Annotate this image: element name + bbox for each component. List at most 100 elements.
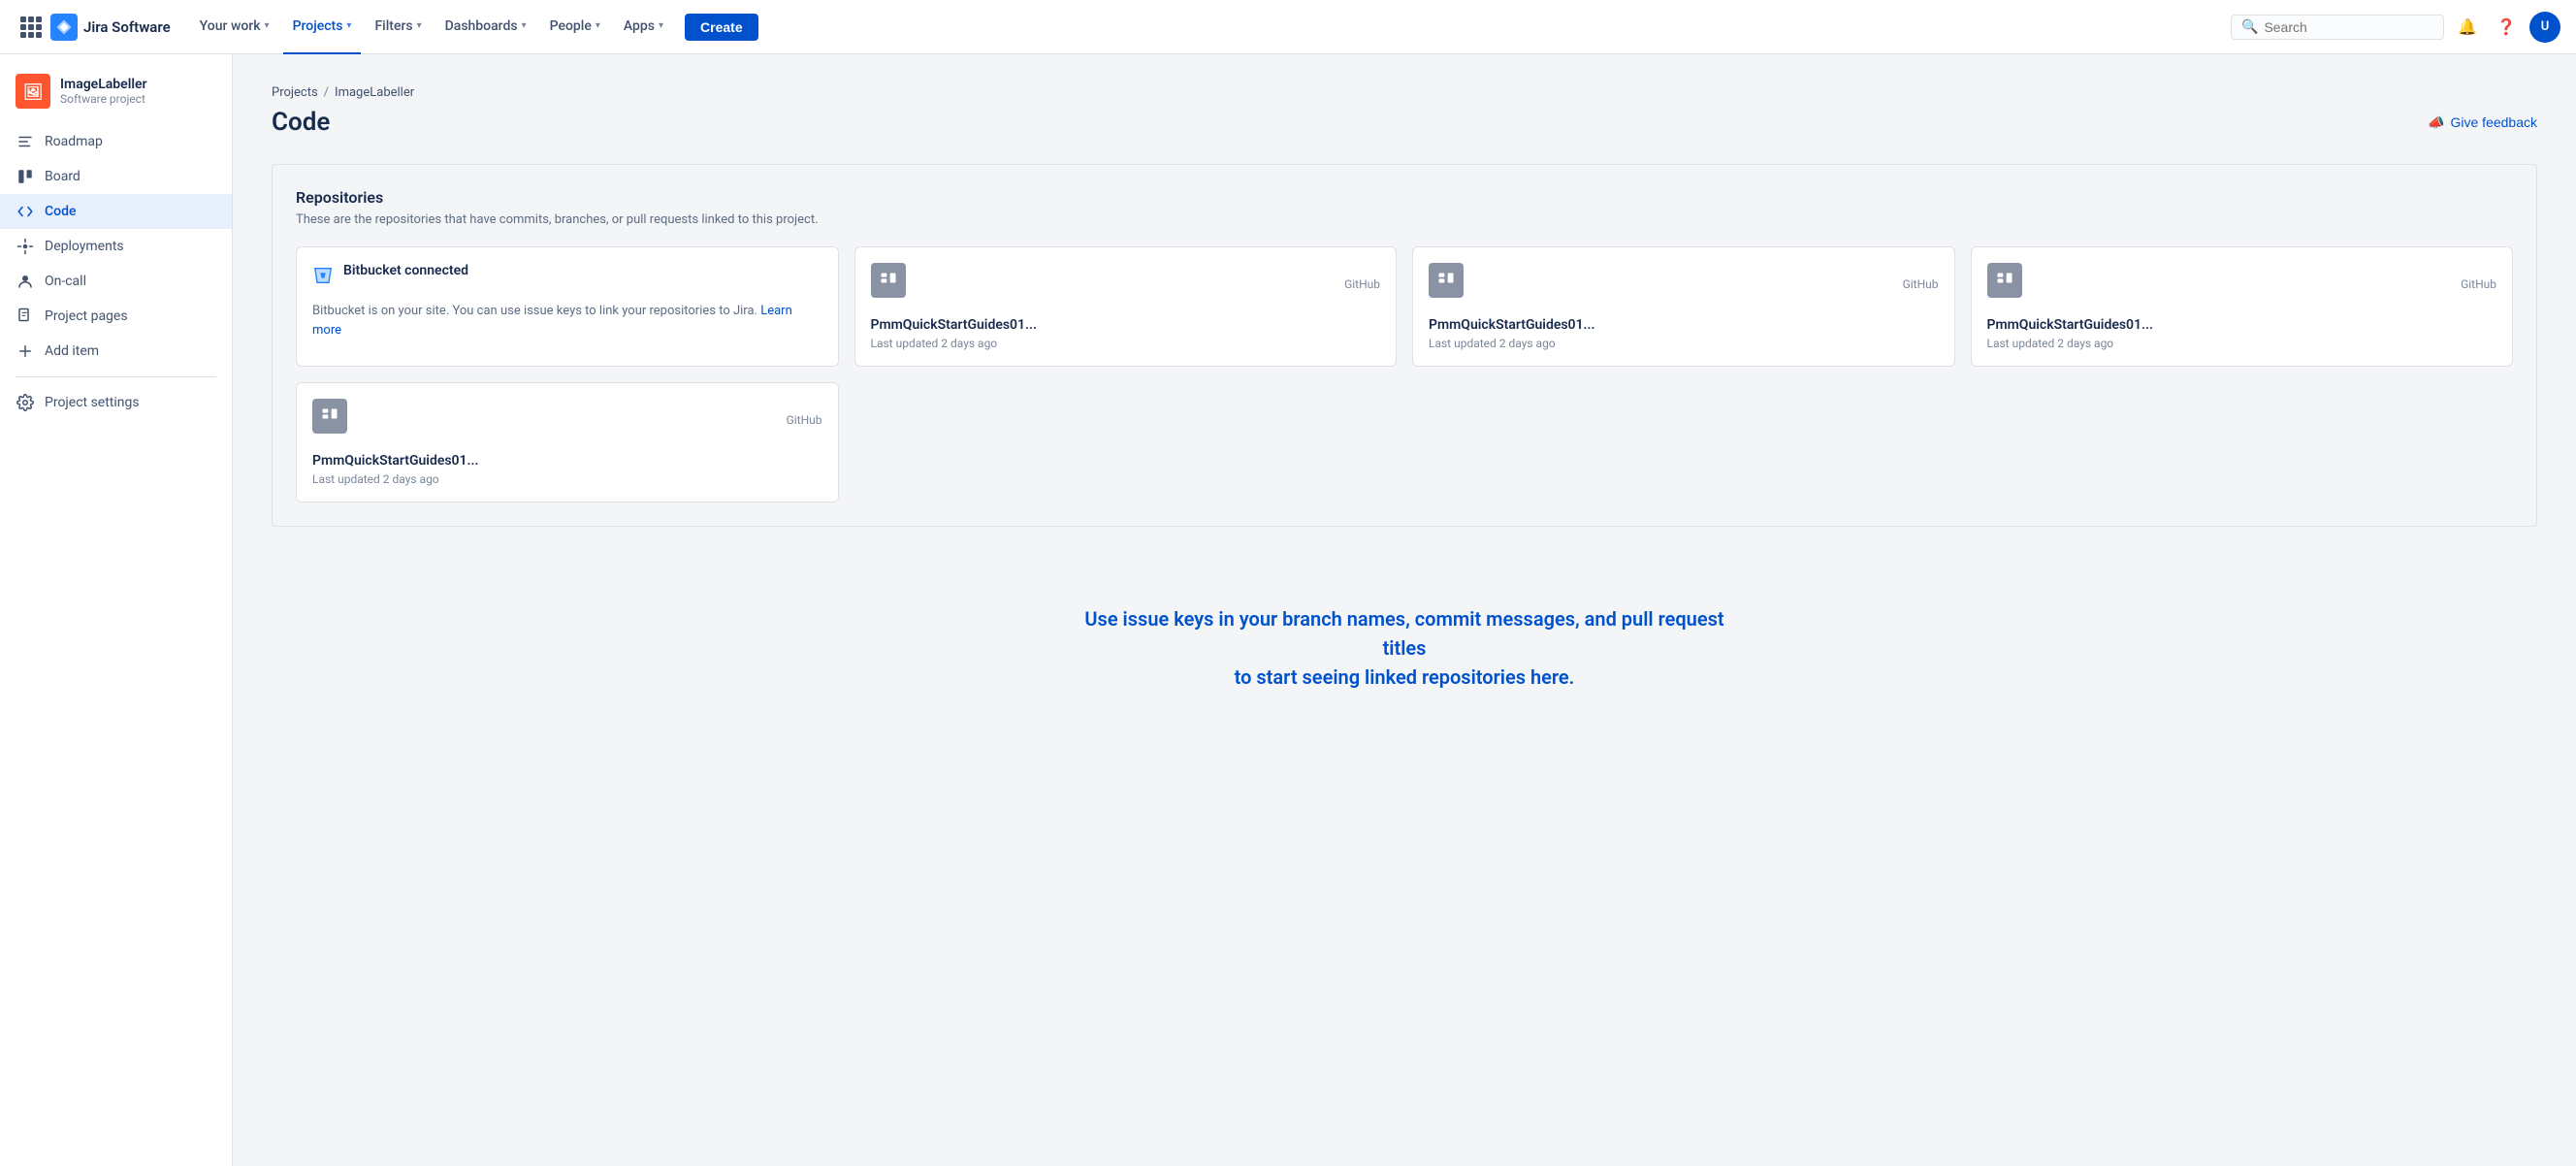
sidebar-item-add-item[interactable]: Add item xyxy=(0,334,232,369)
settings-icon xyxy=(16,393,35,412)
repositories-grid: Bitbucket connected Bitbucket is on your… xyxy=(296,246,2513,367)
bottom-cta: Use issue keys in your branch names, com… xyxy=(272,566,2537,730)
repo-body-3: PmmQuickStartGuides01... Last updated 2 … xyxy=(1987,317,2497,350)
repo-body-1: PmmQuickStartGuides01... Last updated 2 … xyxy=(871,317,1381,350)
sidebar-item-board[interactable]: Board xyxy=(0,159,232,194)
repo-updated-2: Last updated 2 days ago xyxy=(1429,337,1939,350)
on-call-icon xyxy=(16,272,35,291)
sidebar-item-deployments[interactable]: Deployments xyxy=(0,229,232,264)
github-repo-icon-1 xyxy=(871,263,906,298)
github-repo-icon-3 xyxy=(1987,263,2022,298)
repo-description-bitbucket: Bitbucket is on your site. You can use i… xyxy=(312,302,822,340)
breadcrumb-project[interactable]: ImageLabeller xyxy=(335,85,414,100)
give-feedback-button[interactable]: 📣 Give feedback xyxy=(2428,114,2537,131)
app-switcher-button[interactable] xyxy=(16,12,47,43)
repositories-title: Repositories xyxy=(296,188,2513,207)
repo-source-2: GitHub xyxy=(1903,277,1939,291)
project-type: Software project xyxy=(60,92,147,106)
breadcrumb-separator: / xyxy=(324,85,329,100)
bitbucket-icon xyxy=(312,265,334,292)
bitbucket-header: Bitbucket connected xyxy=(312,263,822,292)
sidebar-divider xyxy=(16,376,216,377)
nav-dashboards[interactable]: Dashboards ▾ xyxy=(435,0,536,54)
page-title: Code xyxy=(272,108,330,137)
search-input[interactable] xyxy=(2264,19,2433,35)
sidebar-label-roadmap: Roadmap xyxy=(45,134,103,149)
chevron-down-icon: ▾ xyxy=(265,20,270,31)
nav-left: Jira Software Your work ▾ Projects ▾ Fil… xyxy=(16,0,758,54)
repo-card-github-1[interactable]: GitHub PmmQuickStartGuides01... Last upd… xyxy=(854,246,1398,367)
sidebar-item-roadmap[interactable]: Roadmap xyxy=(0,124,232,159)
grid-icon xyxy=(20,16,42,38)
help-button[interactable]: ❓ xyxy=(2491,12,2522,43)
sidebar-label-add-item: Add item xyxy=(45,343,99,359)
repo-name-2: PmmQuickStartGuides01... xyxy=(1429,317,1939,333)
repo-source-3: GitHub xyxy=(2461,277,2496,291)
repo-body-4: PmmQuickStartGuides01... Last updated 2 … xyxy=(312,453,822,486)
repo-card-header-1: GitHub xyxy=(871,263,1381,306)
repo-card-header-3: GitHub xyxy=(1987,263,2497,306)
repo-updated-3: Last updated 2 days ago xyxy=(1987,337,2497,350)
sidebar-item-project-pages[interactable]: Project pages xyxy=(0,299,232,334)
avatar[interactable]: U xyxy=(2529,12,2560,43)
sidebar-label-code: Code xyxy=(45,204,76,219)
board-icon xyxy=(16,167,35,186)
repo-card-github-4[interactable]: GitHub PmmQuickStartGuides01... Last upd… xyxy=(296,382,839,502)
sidebar-item-on-call[interactable]: On-call xyxy=(0,264,232,299)
repo-updated-1: Last updated 2 days ago xyxy=(871,337,1381,350)
sidebar-label-on-call: On-call xyxy=(45,274,86,289)
chevron-down-icon: ▾ xyxy=(346,20,351,31)
repo-updated-4: Last updated 2 days ago xyxy=(312,472,822,486)
chevron-down-icon: ▾ xyxy=(522,20,527,31)
nav-filters[interactable]: Filters ▾ xyxy=(365,0,431,54)
top-navigation: Jira Software Your work ▾ Projects ▾ Fil… xyxy=(0,0,2576,54)
create-button[interactable]: Create xyxy=(685,14,758,41)
sidebar-item-code[interactable]: Code xyxy=(0,194,232,229)
nav-projects[interactable]: Projects ▾ xyxy=(283,0,362,54)
repo-source-1: GitHub xyxy=(1344,277,1380,291)
sidebar-label-project-pages: Project pages xyxy=(45,308,128,324)
bitbucket-title-wrap: Bitbucket connected xyxy=(343,263,468,282)
project-header: 🖼 ImageLabeller Software project xyxy=(0,66,232,124)
page-header: Code 📣 Give feedback xyxy=(272,108,2537,137)
repo-card-github-2[interactable]: GitHub PmmQuickStartGuides01... Last upd… xyxy=(1412,246,1955,367)
repositories-description: These are the repositories that have com… xyxy=(296,212,2513,227)
project-info: ImageLabeller Software project xyxy=(60,77,147,106)
github-repo-icon-4 xyxy=(312,399,347,434)
deployments-icon xyxy=(16,237,35,256)
megaphone-icon: 📣 xyxy=(2428,114,2444,131)
sidebar-label-project-settings: Project settings xyxy=(45,395,140,410)
repo-source-4: GitHub xyxy=(787,413,822,427)
add-icon xyxy=(16,341,35,361)
repo-card-bitbucket[interactable]: Bitbucket connected Bitbucket is on your… xyxy=(296,246,839,367)
sidebar-label-deployments: Deployments xyxy=(45,239,124,254)
nav-apps[interactable]: Apps ▾ xyxy=(614,0,673,54)
repo-card-header-4: GitHub xyxy=(312,399,822,441)
logo-link[interactable]: Jira Software xyxy=(50,14,171,41)
breadcrumb: Projects / ImageLabeller xyxy=(272,85,2537,100)
repo-name-bitbucket: Bitbucket connected xyxy=(343,263,468,278)
cta-text: Use issue keys in your branch names, com… xyxy=(1065,604,1744,692)
chevron-down-icon: ▾ xyxy=(417,20,422,31)
breadcrumb-projects[interactable]: Projects xyxy=(272,85,318,100)
nav-people[interactable]: People ▾ xyxy=(540,0,610,54)
repo-name-1: PmmQuickStartGuides01... xyxy=(871,317,1381,333)
nav-your-work[interactable]: Your work ▾ xyxy=(190,0,279,54)
notifications-button[interactable]: 🔔 xyxy=(2452,12,2483,43)
repo-card-header-2: GitHub xyxy=(1429,263,1939,306)
logo-icon xyxy=(50,14,78,41)
repos-grid-row2: GitHub PmmQuickStartGuides01... Last upd… xyxy=(296,382,2513,502)
roadmap-icon xyxy=(16,132,35,151)
sidebar-item-project-settings[interactable]: Project settings xyxy=(0,385,232,420)
repositories-section: Repositories These are the repositories … xyxy=(272,164,2537,527)
pages-icon xyxy=(16,307,35,326)
github-repo-icon-2 xyxy=(1429,263,1464,298)
sidebar-label-board: Board xyxy=(45,169,80,184)
main-content: Projects / ImageLabeller Code 📣 Give fee… xyxy=(233,54,2576,1166)
chevron-down-icon: ▾ xyxy=(596,20,600,31)
repo-card-github-3[interactable]: GitHub PmmQuickStartGuides01... Last upd… xyxy=(1971,246,2514,367)
code-icon xyxy=(16,202,35,221)
search-icon: 🔍 xyxy=(2241,19,2258,35)
project-icon: 🖼 xyxy=(16,74,50,109)
search-box[interactable]: 🔍 xyxy=(2231,15,2444,40)
